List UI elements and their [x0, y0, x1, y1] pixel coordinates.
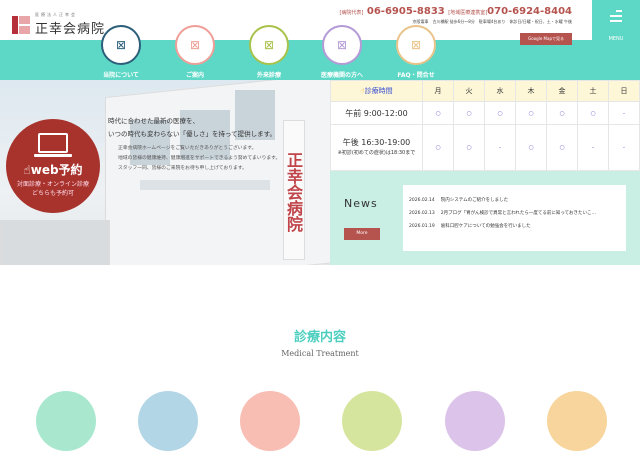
hours-cell: ○ [422, 124, 454, 171]
hours-title: 診療時間 [364, 87, 393, 95]
hours-cell: ○ [484, 101, 516, 125]
day-header: 土 [577, 80, 609, 102]
news-section: News More 2026.02.14 院内システムのご紹介をしました 2026… [330, 171, 640, 265]
treatment-circle[interactable] [138, 391, 198, 451]
tel2-label: [地域医療連携室] [448, 10, 488, 16]
hours-cell: - [484, 124, 516, 171]
news-date: 2026.02.14 [409, 198, 435, 203]
day-header: 金 [546, 80, 578, 102]
row-label: 午前 9:00-12:00 [330, 101, 423, 125]
news-date: 2026.01.19 [409, 224, 435, 229]
logo-mark-icon [12, 15, 30, 34]
treatment-circle[interactable] [445, 391, 505, 451]
hours-cell: ○ [515, 101, 547, 125]
nav-label: 当院について [103, 72, 139, 79]
intro-line-3: スタッフ一同、皆様のご来院をお待ち申し上げております。 [118, 166, 247, 171]
tel-label: [病院代表] [339, 10, 364, 16]
news-more-button[interactable]: More [344, 228, 380, 240]
nav-item[interactable]: ⊠ FAQ・問合せ [381, 25, 451, 79]
hours-cell: ○ [453, 124, 485, 171]
news-list: 2026.02.14 院内システムのご紹介をしました 2026.02.13 2月ブロ… [403, 185, 626, 251]
hospital-sign: 正幸会病院 [283, 120, 305, 260]
nav-label: 外来診療 [256, 72, 281, 79]
hours-row-morning: 午前 9:00-12:00 ○ ○ ○ ○ ○ ○ - [330, 101, 640, 125]
catch-line-2: いつの時代も変わらない「優しさ」を持って提供します。 [108, 130, 277, 138]
hours-cell: - [608, 124, 640, 171]
image-placeholder-icon: ⊠ [322, 25, 362, 65]
nav-label: ご案内 [185, 72, 204, 79]
google-map-button[interactable]: Google Mapで見る [520, 33, 572, 45]
image-placeholder-icon: ⊠ [249, 25, 289, 65]
news-title: News [344, 197, 378, 210]
news-item[interactable]: 2026.01.19 歯科口腔ケアについての勉強会を行いました [409, 223, 626, 229]
section-subtitle: Medical Treatment [281, 349, 359, 358]
web-reservation-sub2: どちらも予約可 [31, 190, 74, 197]
news-text: 院内システムのご紹介をしました [440, 198, 509, 203]
image-placeholder-icon: ⊠ [396, 25, 436, 65]
day-header: 水 [484, 80, 516, 102]
menu-label: MENU [608, 36, 624, 42]
nav-item[interactable]: ⊠ 外来診療 [234, 25, 304, 79]
tel-main[interactable]: 06-6905-8833 [367, 6, 445, 17]
intro-line-2: 地域の皆様の健康維持、健康増進をサポートできるよう努めてまいります。 [118, 156, 281, 161]
nav-label: 医療機関の方へ [320, 72, 363, 79]
nav-item[interactable]: ⊠ 当院について [86, 25, 156, 79]
hours-cell: ○ [546, 124, 578, 171]
hours-cell: ○ [515, 124, 547, 171]
section-title: 診療内容 [293, 330, 346, 345]
hours-cell: ○ [453, 101, 485, 125]
nav-item[interactable]: ⊠ 医療機関の方へ [307, 25, 377, 79]
web-reservation-button[interactable]: ☝web予約 対面診療・オンライン診療 どちらも予約可 [6, 119, 100, 213]
intro-line-1: 正幸会病院ホームページをご覧いただきありがとうございます。 [118, 146, 257, 151]
nav-item[interactable]: ⊠ ご案内 [160, 25, 230, 79]
hamburger-icon [610, 10, 622, 22]
pointer-icon: ☝ [23, 163, 31, 177]
catch-line-1: 時代に合わせた最新の医療を、 [108, 117, 199, 125]
laptop-icon [38, 133, 68, 153]
hero-image: 正幸会病院 ☝web予約 対面診療・オンライン診療 どちらも予約可 時代に合わせ… [0, 80, 330, 265]
news-text: 2月ブログ「胃がん検診で異常と言われたら一度てる前に知っておきたいこ… [440, 211, 597, 216]
row-note: ※初診(初めての症状)は18:30まで [337, 150, 416, 156]
news-date: 2026.02.13 [409, 211, 435, 216]
image-placeholder-icon: ⊠ [101, 25, 141, 65]
hours-cell: - [608, 101, 640, 125]
hours-row-afternoon: 午後 16:30-19:00 ※初診(初めての症状)は18:30まで ○ ○ - … [330, 124, 640, 171]
news-text: 歯科口腔ケアについての勉強会を行いました [440, 224, 531, 229]
hours-cell: ○ [546, 101, 578, 125]
treatment-circle[interactable] [36, 391, 96, 451]
news-item[interactable]: 2026.02.13 2月ブログ「胃がん検診で異常と言われたら一度てる前に知ってお… [409, 210, 626, 216]
image-placeholder-icon: ⊠ [175, 25, 215, 65]
web-reservation-sub1: 対面診療・オンライン診療 [16, 181, 89, 188]
hours-cell: ○ [422, 101, 454, 125]
hours-cell: ○ [577, 101, 609, 125]
treatment-circle[interactable] [547, 391, 607, 451]
treatment-circle[interactable] [240, 391, 300, 451]
day-header: 火 [453, 80, 485, 102]
row-label: 午後 16:30-19:00 [342, 138, 411, 147]
tel-secondary[interactable]: 070-6924-8404 [487, 6, 572, 17]
news-item[interactable]: 2026.02.14 院内システムのご紹介をしました [409, 197, 626, 203]
web-reservation-title: web予約 [30, 163, 83, 177]
day-header: 木 [515, 80, 547, 102]
nav-label: FAQ・問合せ [397, 72, 435, 79]
menu-button[interactable]: MENU [592, 0, 640, 45]
hours-cell: - [577, 124, 609, 171]
treatment-circle[interactable] [342, 391, 402, 451]
hours-table: ☝診療時間 月 火 水 木 金 土 日 午前 9:00-12:00 ○ ○ ○ … [330, 80, 640, 171]
day-header: 月 [422, 80, 454, 102]
day-header: 日 [608, 80, 640, 102]
